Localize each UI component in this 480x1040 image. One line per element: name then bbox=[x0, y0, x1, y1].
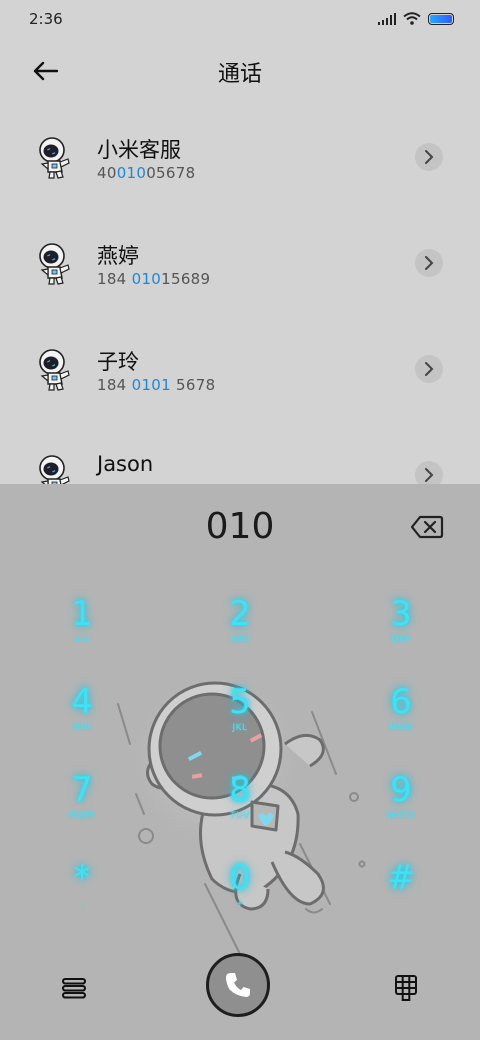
phone-icon bbox=[226, 973, 250, 997]
number-match: 0101 bbox=[131, 376, 171, 394]
key-digit: 8 bbox=[229, 770, 251, 810]
key-letters: DEF bbox=[391, 635, 411, 645]
key-9[interactable]: 9 WXYZ bbox=[353, 770, 449, 840]
astronaut-avatar-icon bbox=[39, 349, 70, 391]
chevron-right-icon bbox=[425, 256, 434, 270]
wifi-icon bbox=[403, 12, 421, 25]
astronaut-avatar-icon bbox=[39, 137, 70, 179]
key-5[interactable]: 5 JKL bbox=[192, 682, 288, 752]
menu-icon bbox=[62, 978, 86, 999]
astronaut-avatar-icon bbox=[39, 243, 70, 285]
key-letters: + bbox=[235, 899, 245, 909]
key-letters: WXYZ bbox=[386, 811, 416, 821]
contact-name: 燕婷 bbox=[97, 244, 139, 268]
contact-row[interactable]: 燕婷 184 01015689 bbox=[0, 216, 480, 322]
key-2[interactable]: 2 ABC bbox=[192, 594, 288, 664]
backspace-button[interactable] bbox=[410, 514, 444, 540]
key-digit: 4 bbox=[71, 682, 93, 722]
contact-number: 184 0101 5678 bbox=[97, 376, 215, 394]
backspace-icon bbox=[410, 515, 444, 539]
key-digit: 2 bbox=[229, 594, 251, 634]
contact-detail-button[interactable] bbox=[415, 249, 443, 277]
number-prefix: 184 bbox=[97, 270, 132, 288]
key-7[interactable]: 7 PQRS bbox=[34, 770, 130, 840]
key-3[interactable]: 3 DEF bbox=[353, 594, 449, 664]
key-8[interactable]: 8 TUV bbox=[192, 770, 288, 840]
call-button[interactable] bbox=[206, 953, 270, 1017]
key-1[interactable]: 1 ∞∞ bbox=[34, 594, 130, 664]
dialer-bottom-bar bbox=[0, 953, 480, 1040]
page-title: 通话 bbox=[217, 62, 262, 87]
key-4[interactable]: 4 GHI bbox=[34, 682, 130, 752]
contact-detail-button[interactable] bbox=[415, 355, 443, 383]
header: 通话 bbox=[0, 48, 480, 92]
signal-icon bbox=[378, 12, 396, 25]
contact-row[interactable]: 小米客服 4001005678 bbox=[0, 110, 480, 216]
number-suffix: 5678 bbox=[170, 376, 216, 394]
key-letters: JKL bbox=[232, 723, 248, 733]
status-bar: 2:36 bbox=[0, 0, 480, 40]
key-letters: MNO bbox=[389, 723, 413, 733]
key-digit: 7 bbox=[71, 770, 93, 810]
contact-row[interactable]: 子玲 184 0101 5678 bbox=[0, 322, 480, 428]
number-prefix: 40 bbox=[97, 164, 117, 182]
chevron-right-icon bbox=[425, 150, 434, 164]
dialed-number: 010 bbox=[205, 506, 275, 547]
key-digit: * bbox=[73, 858, 91, 898]
number-suffix: 05678 bbox=[146, 164, 196, 182]
contact-name: 子玲 bbox=[97, 350, 139, 374]
battery-icon bbox=[428, 12, 454, 25]
key-6[interactable]: 6 MNO bbox=[353, 682, 449, 752]
key-letters: PQRS bbox=[68, 811, 96, 821]
contact-name: 小米客服 bbox=[97, 138, 181, 162]
menu-button[interactable] bbox=[58, 972, 90, 1004]
number-match: 010 bbox=[131, 270, 162, 288]
number-match: 010 bbox=[116, 164, 147, 182]
key-star[interactable]: *, bbox=[34, 858, 130, 928]
key-letters: ∞∞ bbox=[74, 635, 90, 645]
key-digit: 3 bbox=[390, 594, 412, 634]
key-digit: 9 bbox=[390, 770, 412, 810]
number-prefix: 184 bbox=[97, 376, 132, 394]
contact-number: 184 01015689 bbox=[97, 270, 210, 288]
key-letters: GHI bbox=[73, 723, 91, 733]
key-letters: , bbox=[80, 899, 84, 909]
dialer-panel: 010 1 ∞∞ 2 ABC 3 DEF 4 GHI 5 JKL 6 MNO 7 PQRS 8… bbox=[0, 484, 480, 1040]
contact-number: 4001005678 bbox=[97, 164, 195, 182]
contact-list: 小米客服 4001005678 燕婷 184 01015689 子玲 184 0… bbox=[0, 110, 480, 534]
key-digit: 5 bbox=[229, 682, 251, 722]
key-0[interactable]: 0 + bbox=[192, 858, 288, 928]
key-digit: # bbox=[386, 858, 416, 898]
status-icons bbox=[378, 12, 454, 25]
key-hash[interactable]: # bbox=[353, 858, 449, 928]
number-suffix: 15689 bbox=[161, 270, 211, 288]
key-letters: TUV bbox=[230, 811, 250, 821]
dialpad-icon bbox=[395, 975, 417, 1001]
chevron-right-icon bbox=[425, 362, 434, 376]
key-digit: 1 bbox=[71, 594, 93, 634]
chevron-right-icon bbox=[425, 468, 434, 482]
contact-name: Jason bbox=[97, 452, 154, 476]
dialpad-toggle-button[interactable] bbox=[390, 972, 422, 1004]
key-digit: 6 bbox=[390, 682, 412, 722]
status-time: 2:36 bbox=[29, 10, 63, 28]
key-letters: ABC bbox=[230, 635, 250, 645]
contact-detail-button[interactable] bbox=[415, 143, 443, 171]
key-digit: 0 bbox=[229, 858, 251, 898]
